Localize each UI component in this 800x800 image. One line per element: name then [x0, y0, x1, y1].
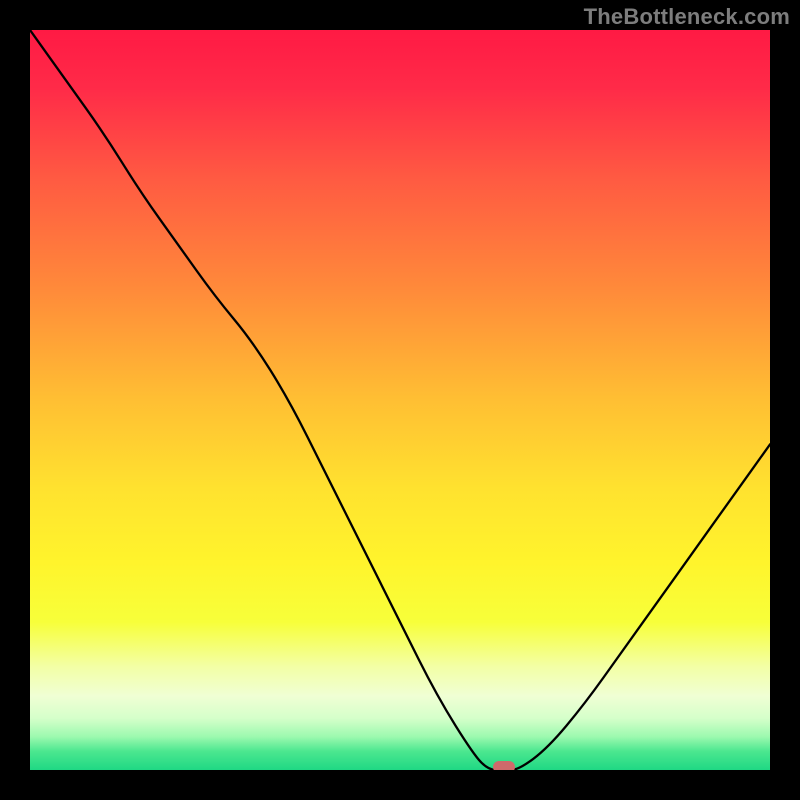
- chart-container: TheBottleneck.com: [0, 0, 800, 800]
- plot-area: [30, 30, 770, 770]
- bottleneck-curve: [30, 30, 770, 770]
- watermark-text: TheBottleneck.com: [584, 4, 790, 30]
- optimal-marker: [493, 761, 515, 770]
